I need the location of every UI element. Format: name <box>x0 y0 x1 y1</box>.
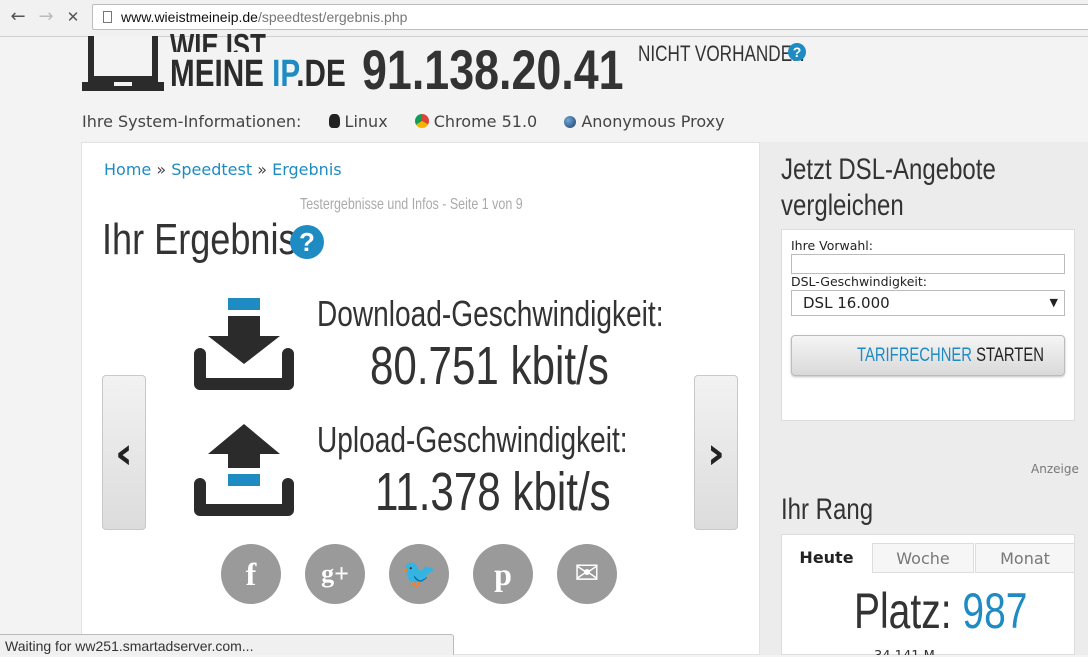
back-icon[interactable]: ← <box>7 6 29 28</box>
upload-icon <box>194 424 294 516</box>
rank-subtext: 34.141 M <box>874 646 935 655</box>
breadcrumb-speedtest[interactable]: Speedtest <box>171 160 252 179</box>
os-name: Linux <box>344 112 388 131</box>
globe-icon <box>564 116 577 128</box>
page-subtitle: Testergebnisse und Infos - Seite 1 von 9 <box>300 196 523 213</box>
laptop-logo-icon[interactable] <box>82 36 164 92</box>
page-icon <box>103 11 112 23</box>
help-icon[interactable]: ? <box>290 225 324 259</box>
proxy-info: Anonymous Proxy <box>564 112 725 131</box>
rank-place: Platz: 987 <box>854 582 1027 640</box>
tab-heute[interactable]: Heute <box>782 543 871 573</box>
address-bar[interactable]: www.wieistmeineip.de/speedtest/ergebnis.… <box>92 4 1088 30</box>
breadcrumb-separator: » <box>156 160 167 179</box>
googleplus-share-icon[interactable]: g+ <box>305 544 365 604</box>
url-path: /speedtest/ergebnis.php <box>257 9 408 25</box>
dsl-speed-select[interactable]: DSL 16.000 ▼ <box>791 290 1065 316</box>
rank-place-label: Platz: <box>854 583 952 639</box>
system-info: Ihre System-Informationen: Linux Chrome … <box>82 112 725 131</box>
twitter-share-icon[interactable]: 🐦 <box>389 544 449 604</box>
upload-value: 11.378 kbit/s <box>375 462 611 522</box>
download-icon <box>194 298 294 390</box>
ipv6-status: NICHT VORHANDEN <box>638 41 805 66</box>
stop-loading-icon[interactable]: ✕ <box>62 6 84 28</box>
logo-text-line2[interactable]: MEINE IP.DE <box>170 54 346 94</box>
breadcrumb-separator: » <box>257 160 268 179</box>
breadcrumb: Home » Speedtest » Ergebnis <box>104 160 342 179</box>
tab-monat[interactable]: Monat <box>975 543 1075 573</box>
browser-status-bar: Waiting for ww251.smartadserver.com... <box>0 634 454 655</box>
download-label: Download-Geschwindigkeit: <box>317 293 664 334</box>
linux-icon <box>328 114 340 128</box>
logo-ip: IP <box>272 53 297 95</box>
vorwahl-input[interactable] <box>791 254 1065 274</box>
os-info: Linux <box>328 112 388 131</box>
url-text: www.wieistmeineip.de/speedtest/ergebnis.… <box>121 9 407 25</box>
logo-text-line1[interactable]: WIE IST <box>170 28 266 52</box>
url-host: www.wieistmeineip.de <box>121 9 258 25</box>
rank-heading: Ihr Rang <box>781 493 874 526</box>
next-page-button[interactable]: › <box>694 375 738 530</box>
forward-icon[interactable]: → <box>35 6 57 28</box>
tab-woche[interactable]: Woche <box>872 543 974 573</box>
tarifrechner-start-button[interactable]: TARIFRECHNER STARTEN <box>791 335 1065 376</box>
previous-page-button[interactable]: ‹ <box>102 375 146 530</box>
ad-label: Anzeige <box>1031 462 1079 476</box>
browser-info: Chrome 51.0 <box>414 112 538 131</box>
chrome-icon <box>414 114 429 128</box>
email-share-icon[interactable]: ✉ <box>557 544 617 604</box>
dsl-offers-heading: Jetzt DSL-Angebote vergleichen <box>781 153 996 222</box>
help-icon[interactable]: ? <box>788 43 806 61</box>
dropdown-arrow-icon: ▼ <box>1049 296 1058 309</box>
logo-meine: MEINE <box>170 53 273 95</box>
browser-name: Chrome 51.0 <box>433 112 538 131</box>
rank-place-value: 987 <box>962 583 1028 639</box>
pinterest-share-icon[interactable]: p <box>473 544 533 604</box>
breadcrumb-home[interactable]: Home <box>104 160 151 179</box>
download-value: 80.751 kbit/s <box>370 336 609 396</box>
chevron-right-icon: › <box>706 428 726 479</box>
browser-toolbar: ← → ✕ www.wieistmeineip.de/speedtest/erg… <box>0 0 1088 37</box>
upload-label: Upload-Geschwindigkeit: <box>317 419 628 460</box>
ip-address: 91.138.20.41 <box>362 38 624 101</box>
logo-de: .DE <box>296 53 346 95</box>
system-info-label: Ihre System-Informationen: <box>82 112 302 131</box>
tarifrechner-label-blue: TARIFRECHNER <box>857 345 973 366</box>
dsl-speed-label: DSL-Geschwindigkeit: <box>791 274 927 289</box>
tarifrechner-label-rest: STARTEN <box>972 345 1044 366</box>
tarifrechner-label: TARIFRECHNER STARTEN <box>857 345 1044 367</box>
proxy-name: Anonymous Proxy <box>581 112 725 131</box>
breadcrumb-current[interactable]: Ergebnis <box>272 160 341 179</box>
vorwahl-label: Ihre Vorwahl: <box>791 238 873 253</box>
dsl-speed-selected: DSL 16.000 <box>803 294 890 312</box>
facebook-share-icon[interactable]: f <box>221 544 281 604</box>
chevron-left-icon: ‹ <box>114 428 134 479</box>
page-title: Ihr Ergebnis <box>102 215 297 264</box>
